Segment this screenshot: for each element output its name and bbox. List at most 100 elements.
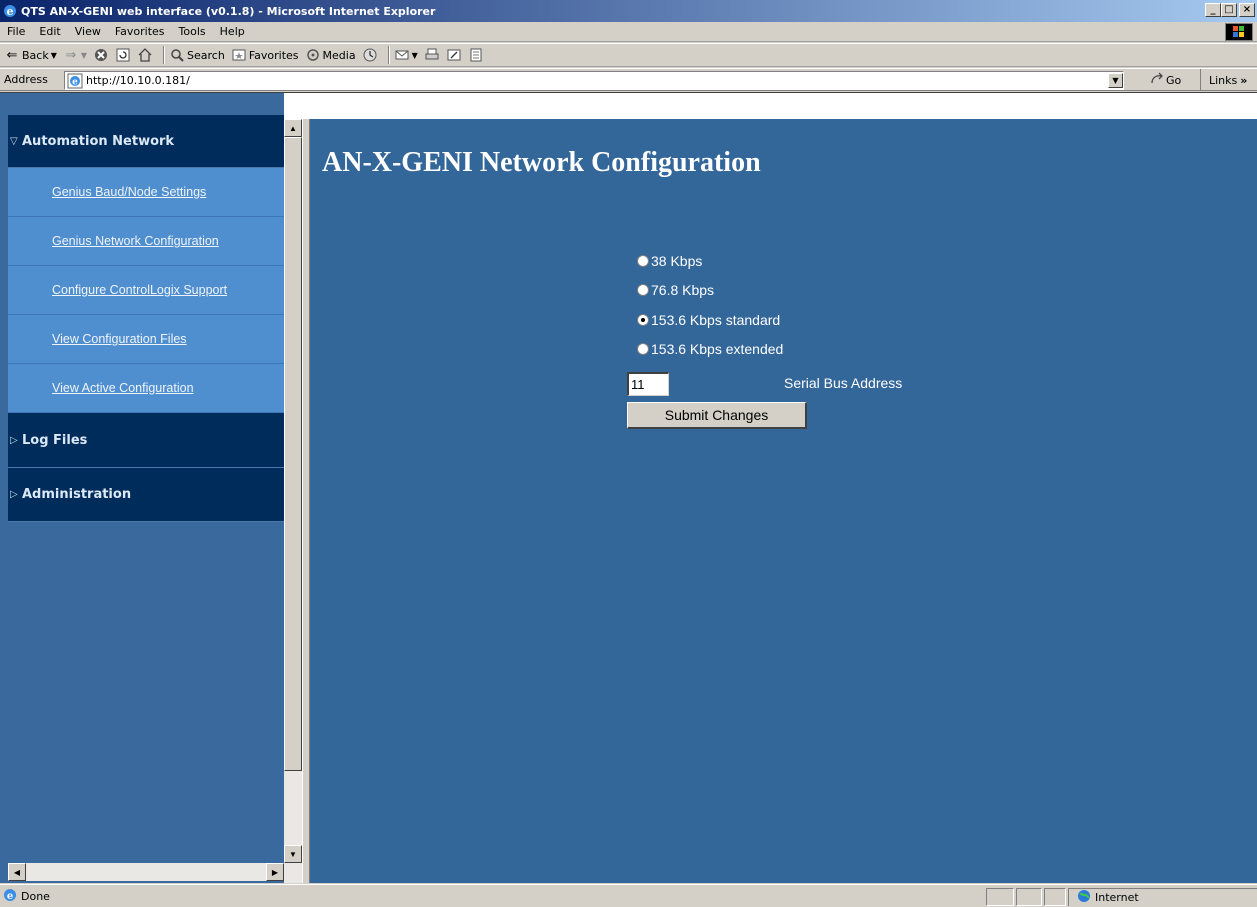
search-button[interactable]: Search	[169, 47, 225, 63]
address-bar: Address e http://10.10.0.181/ ▼ Go Links…	[0, 68, 1257, 91]
radio-76-8-kbps[interactable]: 76.8 Kbps	[637, 282, 714, 298]
sidebar-vertical-scrollbar[interactable]: ▲ ▼	[284, 119, 302, 883]
refresh-button[interactable]	[115, 47, 131, 63]
standard-toolbar: ⇐ Back ▼ ⇒ ▼ Search Favorites Media ▼	[0, 43, 1257, 67]
ie-page-icon: e	[3, 888, 17, 905]
radio-153-6-kbps-extended[interactable]: 153.6 Kbps extended	[637, 341, 783, 357]
print-button[interactable]	[424, 47, 440, 63]
forward-button[interactable]: ⇒ ▼	[63, 47, 87, 63]
nav-section-label: Administration	[22, 487, 132, 502]
serial-bus-address-label: Serial Bus Address	[784, 375, 903, 391]
scroll-up-arrow-icon[interactable]: ▲	[284, 119, 302, 137]
go-arrow-icon	[1150, 72, 1164, 89]
favorites-icon	[231, 47, 247, 63]
nav-link-label[interactable]: Genius Baud/Node Settings	[52, 185, 206, 199]
nav-item-genius-network-configuration[interactable]: Genius Network Configuration	[8, 217, 284, 266]
menu-tools[interactable]: Tools	[172, 25, 213, 38]
window-title: QTS AN-X-GENI web interface (v0.1.8) - M…	[21, 4, 436, 18]
nav-item-configure-controllogix-support[interactable]: Configure ControlLogix Support	[8, 266, 284, 315]
scroll-right-arrow-icon[interactable]: ▶	[266, 863, 284, 881]
menu-edit[interactable]: Edit	[32, 25, 67, 38]
status-panel	[1044, 888, 1066, 906]
chevron-right-icon: »	[1240, 73, 1248, 87]
menu-file[interactable]: File	[0, 25, 32, 38]
scroll-left-arrow-icon[interactable]: ◀	[8, 863, 26, 881]
sidebar-nav: ▽ Automation Network Genius Baud/Node Se…	[8, 115, 284, 875]
address-input[interactable]: e http://10.10.0.181/ ▼	[64, 71, 1124, 90]
minimize-button[interactable]: _	[1205, 3, 1221, 17]
favorites-label: Favorites	[248, 48, 299, 62]
radio-38-kbps[interactable]: 38 Kbps	[637, 253, 702, 269]
scroll-down-arrow-icon[interactable]: ▼	[284, 845, 302, 863]
address-label: Address	[4, 73, 48, 86]
status-bar: e Done Internet	[0, 884, 1257, 907]
svg-text:e: e	[7, 891, 13, 902]
address-dropdown-icon[interactable]: ▼	[1108, 73, 1123, 88]
expanded-arrow-icon: ▽	[10, 135, 18, 147]
page-title: AN-X-GENI Network Configuration	[322, 147, 761, 178]
forward-dropdown-icon[interactable]: ▼	[81, 51, 87, 60]
radio-button-selected[interactable]	[637, 314, 649, 326]
edit-icon	[446, 47, 462, 63]
nav-link-label[interactable]: View Configuration Files	[52, 332, 187, 346]
media-icon	[305, 47, 321, 63]
home-button[interactable]	[137, 47, 153, 63]
status-panel	[986, 888, 1014, 906]
history-button[interactable]	[362, 47, 378, 63]
back-label: Back	[22, 48, 49, 62]
nav-section-automation-network[interactable]: ▽ Automation Network	[8, 115, 284, 168]
home-icon	[137, 47, 153, 63]
menu-favorites[interactable]: Favorites	[108, 25, 172, 38]
menu-help[interactable]: Help	[213, 25, 252, 38]
serial-bus-address-input[interactable]	[627, 372, 669, 396]
mail-icon	[394, 47, 410, 63]
svg-text:e: e	[7, 5, 14, 18]
frame-divider[interactable]	[302, 119, 310, 883]
discuss-button[interactable]	[468, 47, 484, 63]
toolbar-separator	[163, 46, 166, 64]
windows-logo-icon	[1225, 23, 1253, 41]
content-frame: AN-X-GENI Network Configuration 38 Kbps …	[310, 119, 1257, 883]
media-button[interactable]: Media	[305, 47, 356, 63]
submit-changes-button[interactable]: Submit Changes	[627, 402, 807, 429]
forward-arrow-icon: ⇒	[65, 47, 77, 63]
maximize-button[interactable]: □	[1221, 3, 1237, 17]
nav-section-label: Automation Network	[22, 133, 175, 149]
search-label: Search	[187, 48, 225, 62]
nav-section-administration[interactable]: ▷ Administration	[8, 468, 284, 522]
nav-item-genius-baud-node-settings[interactable]: Genius Baud/Node Settings	[8, 168, 284, 217]
edit-button[interactable]	[446, 47, 462, 63]
status-left: e Done	[0, 888, 50, 905]
mail-button[interactable]: ▼	[394, 47, 418, 63]
nav-link-label[interactable]: View Active Configuration	[52, 381, 194, 395]
nav-item-view-configuration-files[interactable]: View Configuration Files	[8, 315, 284, 364]
sidebar-horizontal-scrollbar[interactable]: ◀ ▶	[8, 863, 284, 881]
go-button[interactable]: Go	[1150, 72, 1181, 89]
radio-button[interactable]	[637, 284, 649, 296]
radio-label: 153.6 Kbps standard	[651, 312, 781, 328]
favorites-button[interactable]: Favorites	[231, 47, 299, 63]
nav-link-label[interactable]: Configure ControlLogix Support	[52, 283, 227, 297]
back-button[interactable]: ⇐ Back ▼	[4, 47, 57, 63]
menu-view[interactable]: View	[68, 25, 108, 38]
radio-label: 76.8 Kbps	[651, 282, 715, 298]
radio-button[interactable]	[637, 343, 649, 355]
radio-label: 38 Kbps	[651, 253, 703, 269]
nav-link-label[interactable]: Genius Network Configuration	[52, 234, 219, 248]
nav-item-view-active-configuration[interactable]: View Active Configuration	[8, 364, 284, 413]
scrollbar-thumb[interactable]	[284, 137, 302, 771]
mail-dropdown-icon[interactable]: ▼	[412, 51, 418, 60]
radio-153-6-kbps-standard[interactable]: 153.6 Kbps standard	[637, 312, 780, 328]
collapsed-arrow-icon: ▷	[10, 489, 18, 500]
print-icon	[424, 47, 440, 63]
browser-viewport: ▽ Automation Network Genius Baud/Node Se…	[0, 92, 1257, 883]
stop-button[interactable]	[93, 47, 109, 63]
close-button[interactable]: ×	[1239, 3, 1255, 17]
back-dropdown-icon[interactable]: ▼	[51, 51, 57, 60]
links-button[interactable]: Links »	[1200, 69, 1247, 91]
status-text: Done	[21, 889, 50, 903]
nav-section-log-files[interactable]: ▷ Log Files	[8, 413, 284, 468]
radio-button[interactable]	[637, 255, 649, 267]
go-label: Go	[1166, 74, 1182, 87]
status-panel	[1016, 888, 1042, 906]
